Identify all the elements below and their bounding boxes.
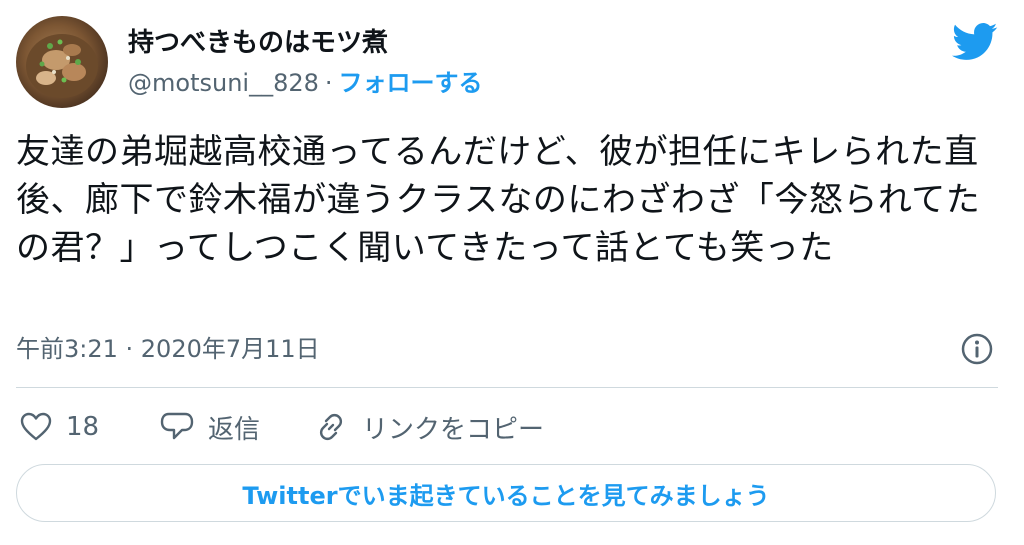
like-button[interactable]: 18 (20, 405, 99, 449)
twitter-bird-icon[interactable] (952, 22, 998, 62)
link-icon (319, 413, 343, 441)
tweet-text: 友達の弟堀越高校通ってるんだけど、彼が担任にキレられた直後、廊下で鈴木福が違うク… (16, 132, 981, 268)
user-handle[interactable]: @motsuni__828 (128, 69, 319, 97)
separator-dot: · (324, 69, 333, 97)
display-name[interactable]: 持つべきものはモツ煮 (128, 26, 388, 60)
copy-link-button[interactable]: リンクをコピー (314, 405, 544, 449)
reply-button[interactable]: 返信 (160, 405, 260, 449)
heart-icon (20, 412, 52, 441)
action-bar: 18 返信 リンクをコピー (20, 405, 920, 449)
reply-label: 返信 (208, 414, 261, 445)
info-icon[interactable] (960, 332, 994, 366)
handle-row: @motsuni__828 · フォローする (128, 66, 483, 100)
explore-twitter-label: Twitterでいま起きていることを見てみましょう (242, 481, 770, 510)
avatar[interactable] (16, 16, 108, 108)
tweet-header: 持つべきものはモツ煮 @motsuni__828 · フォローする (16, 16, 1008, 108)
avatar-photo-icon (26, 34, 98, 98)
like-count: 18 (66, 412, 100, 442)
tweet-meta: 午前3:21 · 2020年7月11日 (16, 330, 998, 368)
speech-bubble-icon (160, 412, 194, 440)
follow-button[interactable]: フォローする (339, 69, 483, 97)
tweet-timestamp[interactable]: 午前3:21 · 2020年7月11日 (16, 330, 320, 368)
explore-twitter-button[interactable]: Twitterでいま起きていることを見てみましょう (16, 464, 996, 522)
divider (16, 387, 998, 388)
copy-link-label: リンクをコピー (362, 414, 545, 445)
